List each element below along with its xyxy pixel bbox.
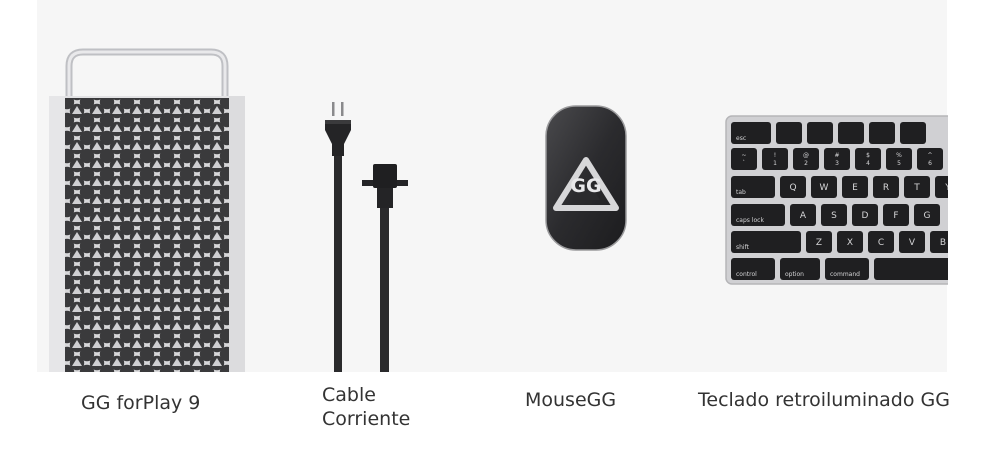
keyboard-key-label: ~ (741, 152, 746, 159)
keyboard-key-label: @ (803, 152, 809, 159)
cable-name-line-1: Cable (322, 384, 376, 406)
keyboard-key-label: ^ (927, 152, 932, 159)
keyboard-key-label: Y (944, 183, 948, 193)
keyboard-key-label: 2 (804, 160, 808, 167)
keyboard-key-label: Q (789, 183, 796, 193)
cable-name-line-2: Corriente (322, 408, 411, 430)
keyboard-key (838, 122, 864, 144)
keyboard-key-label: R (883, 183, 889, 193)
keyboard-key-label: tab (736, 189, 746, 196)
keyboard-key-label: % (896, 152, 902, 159)
keyboard-key-label: # (834, 152, 839, 159)
keyboard-key-label: 5 (897, 160, 901, 167)
keyboard-key-label: V (909, 238, 916, 248)
keyboard-key-label: ! (774, 152, 776, 159)
keyboard-key (900, 122, 926, 144)
keyboard-key-label: A (800, 211, 807, 221)
keyboard-key-label: shift (736, 244, 750, 251)
keyboard-key-label: F (893, 211, 898, 221)
keyboard-key-label: Z (816, 238, 822, 248)
power-cable-image (325, 102, 408, 372)
computer-tower-image (49, 48, 245, 372)
keyboard-key-label: ` (743, 160, 746, 167)
product-name-mouse: MouseGG (525, 389, 617, 411)
keyboard-key-label: D (862, 211, 869, 221)
keyboard-key-label: 6 (928, 160, 932, 167)
keyboard-key-label: S (831, 211, 837, 221)
product-name-cable: Cable Corriente (322, 383, 410, 431)
keyboard-key-label: 3 (835, 160, 839, 167)
keyboard-key (869, 122, 895, 144)
keyboard-key-label: esc (736, 135, 746, 142)
keyboard-key-label: X (847, 238, 853, 248)
mouse-logo-text: GG (570, 175, 602, 197)
keyboard-key (776, 122, 802, 144)
product-name-keyboard: Teclado retroiluminado GG (698, 389, 950, 411)
keyboard-key-label: C (878, 238, 884, 248)
keyboard-key-label: option (785, 271, 804, 278)
keyboard-key-label: $ (866, 152, 870, 159)
keyboard-key-label: control (736, 271, 757, 278)
keyboard-key-label: T (913, 183, 920, 193)
keyboard-key-label: E (852, 183, 858, 193)
keyboard-key-label: command (830, 271, 860, 278)
keyboard-image: esc ~`!1 @2 #3 $4%5 ^6 tab Q W E R T Ycaps lock A S D F G… (725, 115, 948, 285)
keyboard-key (807, 122, 833, 144)
keyboard-key (874, 258, 948, 280)
keyboard-key-label: G (924, 211, 931, 221)
keyboard-key-label: 4 (866, 160, 870, 167)
keyboard-key-label: caps lock (736, 217, 764, 224)
product-name-tower: GG forPlay 9 (81, 392, 201, 414)
keyboard-key-label: W (820, 183, 829, 193)
keyboard-key-label: B (940, 238, 946, 248)
keyboard-key-label: 1 (773, 160, 777, 167)
